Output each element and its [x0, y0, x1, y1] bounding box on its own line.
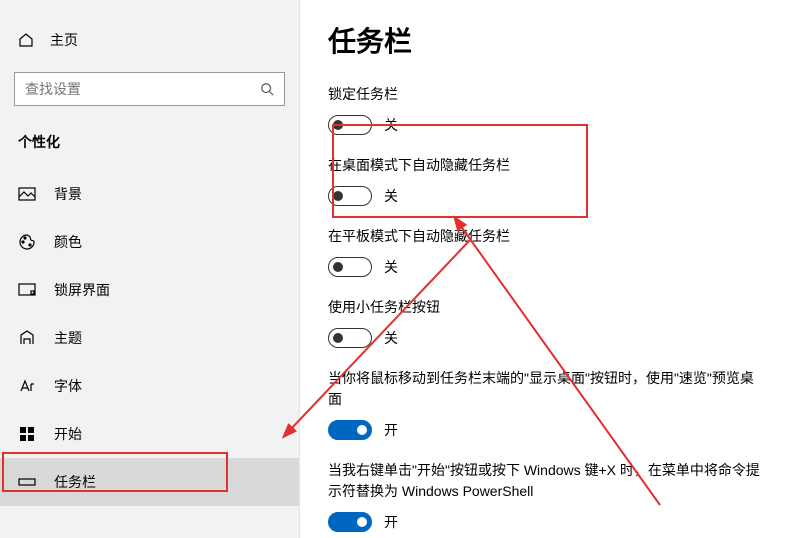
setting-peek: 当你将鼠标移动到任务栏末端的"显示桌面"按钮时，使用"速览"预览桌面 开	[328, 368, 760, 440]
page-title: 任务栏	[328, 20, 760, 60]
toggle-state: 开	[384, 420, 398, 440]
sidebar-item-label: 锁屏界面	[54, 280, 110, 300]
setting-label: 在平板模式下自动隐藏任务栏	[328, 226, 760, 247]
toggle-state: 关	[384, 257, 398, 277]
image-icon	[18, 185, 36, 203]
setting-autohide-desktop: 在桌面模式下自动隐藏任务栏 关	[328, 155, 760, 206]
search-icon	[260, 82, 274, 96]
setting-small-buttons: 使用小任务栏按钮 关	[328, 297, 760, 348]
sidebar-item-taskbar[interactable]: 任务栏	[0, 458, 299, 506]
sidebar-item-label: 字体	[54, 376, 82, 396]
toggle-autohide-tablet[interactable]	[328, 257, 372, 277]
sidebar-item-lockscreen[interactable]: 锁屏界面	[0, 266, 299, 314]
home-button[interactable]: 主页	[0, 20, 299, 60]
setting-autohide-tablet: 在平板模式下自动隐藏任务栏 关	[328, 226, 760, 277]
sidebar-item-themes[interactable]: 主题	[0, 314, 299, 362]
toggle-state: 开	[384, 512, 398, 532]
setting-powershell: 当我右键单击"开始"按钮或按下 Windows 键+X 时，在菜单中将命令提示符…	[328, 460, 760, 532]
setting-label: 锁定任务栏	[328, 84, 760, 105]
sidebar-item-label: 开始	[54, 424, 82, 444]
home-label: 主页	[50, 30, 78, 50]
toggle-state: 关	[384, 186, 398, 206]
sidebar-item-colors[interactable]: 颜色	[0, 218, 299, 266]
home-icon	[18, 32, 34, 48]
sidebar-item-fonts[interactable]: 字体	[0, 362, 299, 410]
setting-label: 当我右键单击"开始"按钮或按下 Windows 键+X 时，在菜单中将命令提示符…	[328, 460, 760, 502]
toggle-lock-taskbar[interactable]	[328, 115, 372, 135]
theme-icon	[18, 329, 36, 347]
toggle-peek[interactable]	[328, 420, 372, 440]
start-icon	[18, 425, 36, 443]
sidebar-item-label: 主题	[54, 328, 82, 348]
setting-label: 在桌面模式下自动隐藏任务栏	[328, 155, 760, 176]
taskbar-icon	[18, 473, 36, 491]
lockscreen-icon	[18, 281, 36, 299]
toggle-state: 关	[384, 115, 398, 135]
setting-label: 使用小任务栏按钮	[328, 297, 760, 318]
palette-icon	[18, 233, 36, 251]
toggle-powershell[interactable]	[328, 512, 372, 532]
setting-label: 当你将鼠标移动到任务栏末端的"显示桌面"按钮时，使用"速览"预览桌面	[328, 368, 760, 410]
toggle-autohide-desktop[interactable]	[328, 186, 372, 206]
sidebar-item-label: 任务栏	[54, 472, 96, 492]
sidebar: 主页 个性化 背景	[0, 0, 300, 538]
setting-lock-taskbar: 锁定任务栏 关	[328, 84, 760, 135]
sidebar-item-background[interactable]: 背景	[0, 170, 299, 218]
sidebar-item-start[interactable]: 开始	[0, 410, 299, 458]
toggle-small-buttons[interactable]	[328, 328, 372, 348]
toggle-state: 关	[384, 328, 398, 348]
sidebar-item-label: 颜色	[54, 232, 82, 252]
font-icon	[18, 377, 36, 395]
search-box[interactable]	[14, 72, 285, 106]
sidebar-item-label: 背景	[54, 184, 82, 204]
main-content: 任务栏 锁定任务栏 关 在桌面模式下自动隐藏任务栏 关 在平板模式下自动隐藏任务…	[300, 0, 788, 538]
search-input[interactable]	[25, 81, 260, 97]
category-title: 个性化	[0, 124, 299, 170]
